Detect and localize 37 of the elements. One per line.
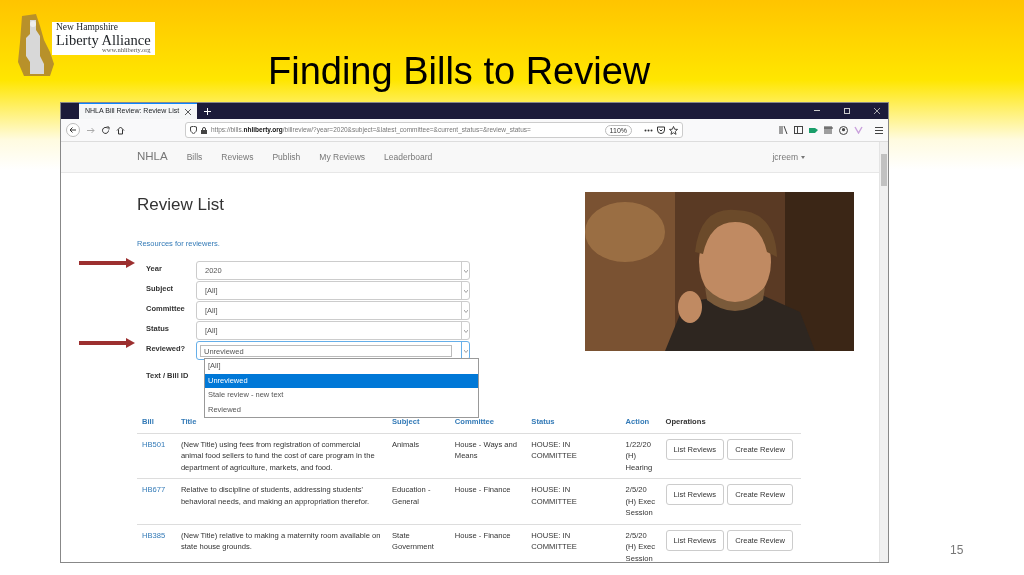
caret-icon — [464, 290, 468, 294]
nav-link[interactable]: Leaderboard — [384, 150, 433, 164]
star-icon[interactable] — [669, 125, 678, 135]
extension-icon[interactable] — [809, 126, 818, 134]
slide-title: Finding Bills to Review — [268, 52, 651, 90]
caret-icon — [464, 270, 468, 274]
library-icon[interactable] — [779, 126, 788, 134]
more-icon[interactable] — [644, 128, 653, 132]
back-icon[interactable] — [66, 123, 80, 137]
caret-icon — [801, 155, 805, 159]
user-menu[interactable]: jcreem — [772, 150, 805, 164]
caret-icon — [464, 310, 468, 314]
page-number: 15 — [950, 542, 964, 559]
menu-icon[interactable] — [875, 126, 883, 134]
caret-icon — [464, 350, 468, 354]
nav-link[interactable]: Reviews — [221, 150, 254, 164]
scrollbar[interactable] — [879, 142, 888, 562]
caret-icon — [464, 330, 468, 334]
home-icon[interactable] — [116, 125, 125, 135]
account-icon[interactable] — [839, 125, 848, 135]
new-tab-icon[interactable] — [204, 108, 211, 115]
logo-text: Liberty Alliance — [56, 32, 151, 47]
nav-link[interactable]: Publish — [272, 150, 301, 164]
close-icon[interactable] — [185, 108, 191, 115]
maximize-icon[interactable] — [844, 108, 850, 114]
reload-icon[interactable] — [101, 125, 110, 135]
logo-text: New Hampshire — [56, 23, 119, 33]
lock-icon — [201, 126, 207, 134]
page-heading: Review List — [137, 194, 225, 216]
pocket-icon[interactable] — [657, 126, 665, 134]
barcode-icon[interactable] — [824, 126, 833, 134]
statue-logo-icon — [16, 12, 56, 78]
nav-link[interactable]: Bills — [186, 150, 203, 164]
shield-icon[interactable] — [190, 126, 197, 134]
nav-link[interactable]: My Reviews — [319, 150, 366, 164]
sidebar-icon[interactable] — [794, 126, 803, 134]
brand-link[interactable]: NHLA — [137, 148, 168, 166]
